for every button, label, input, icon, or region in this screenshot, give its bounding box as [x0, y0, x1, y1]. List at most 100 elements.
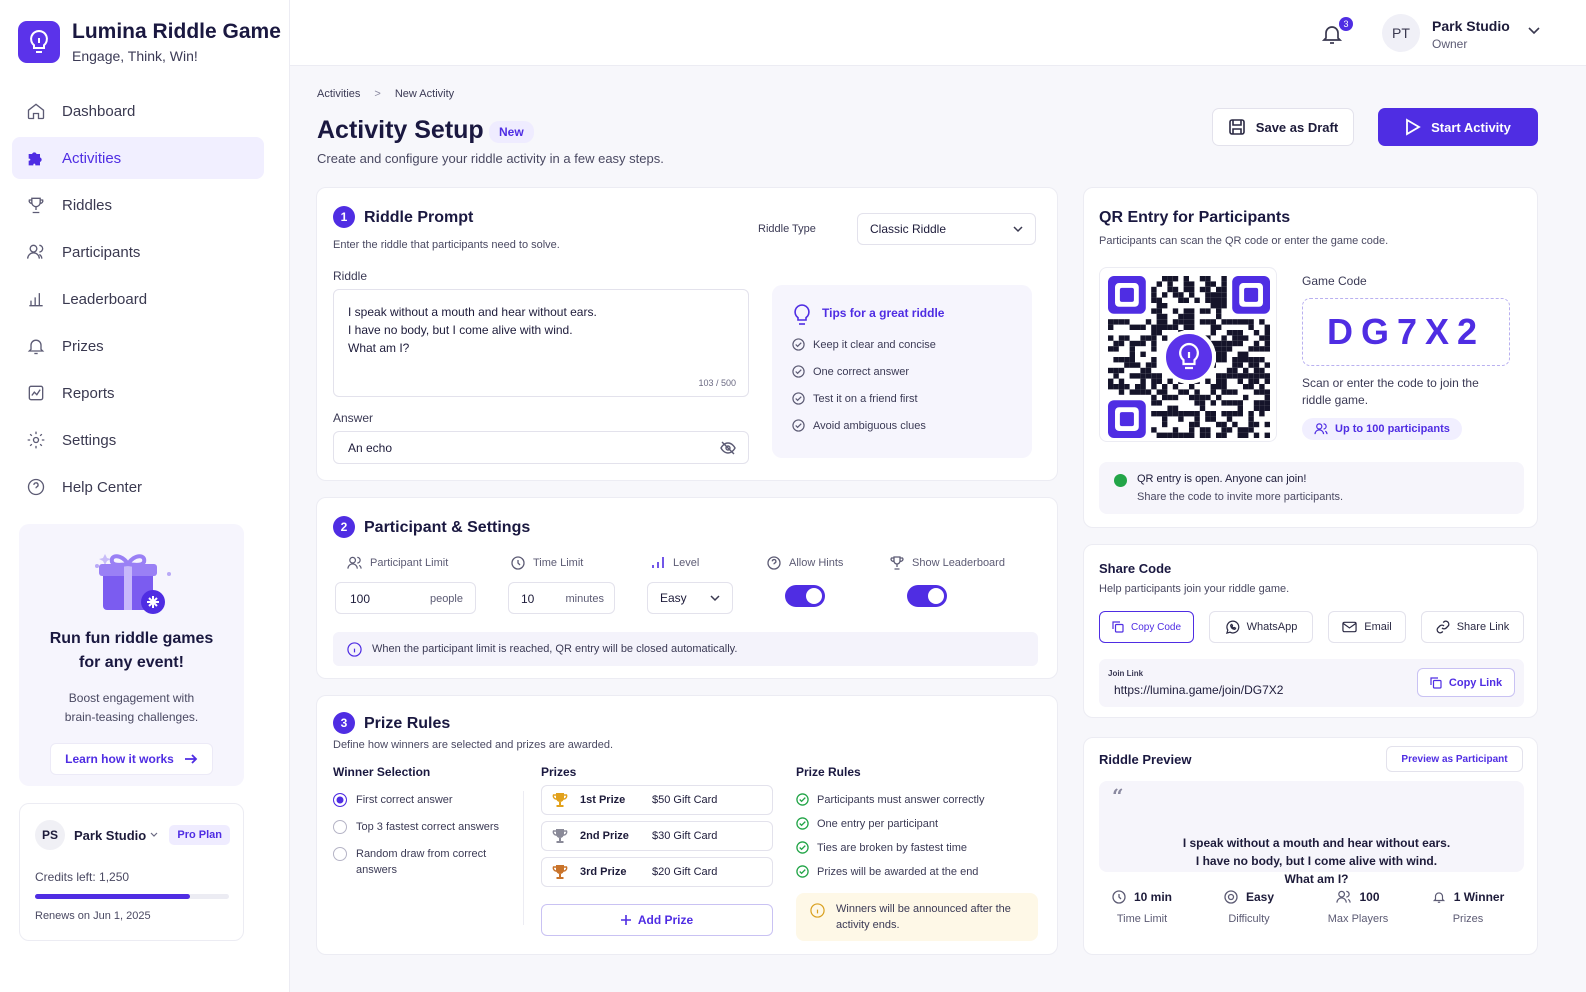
rule-item: Participants must answer correctly	[796, 793, 985, 806]
whatsapp-button[interactable]: WhatsApp	[1209, 611, 1313, 643]
qr-module	[1264, 362, 1270, 368]
start-activity-button[interactable]: Start Activity	[1378, 108, 1538, 146]
sidebar: Lumina Riddle Game Engage, Think, Win! D…	[0, 0, 290, 992]
sidebar-item-leaderboard[interactable]: Leaderboard	[12, 278, 264, 320]
qr-module	[1113, 384, 1119, 390]
account-name[interactable]: Park Studio	[74, 828, 146, 843]
qr-module	[1118, 367, 1125, 374]
riddle-type-select[interactable]: Classic Riddle	[857, 213, 1036, 245]
rule-text: Ties are broken by fastest time	[817, 841, 967, 854]
email-button[interactable]: Email	[1328, 611, 1406, 643]
chevron-down-icon[interactable]	[150, 832, 158, 838]
save-draft-label: Save as Draft	[1255, 119, 1339, 135]
qr-module	[1210, 297, 1216, 303]
radio-button[interactable]	[333, 793, 347, 807]
time-limit-unit: minutes	[565, 593, 604, 605]
copy-link-button[interactable]: Copy Link	[1417, 668, 1515, 697]
winner-option-top3[interactable]: Top 3 fastest correct answers	[333, 819, 499, 835]
sidebar-nav: Dashboard Activities Riddles Participant…	[12, 90, 264, 513]
show-leaderboard-toggle[interactable]	[907, 585, 947, 607]
breadcrumb-activities[interactable]: Activities	[317, 88, 360, 100]
qr-module	[1210, 330, 1216, 336]
riddle-type-label: Riddle Type	[758, 223, 816, 235]
prize-row-3[interactable]: 3rd Prize $20 Gift Card	[541, 857, 773, 887]
qr-module	[1253, 367, 1260, 374]
copy-code-button[interactable]: Copy Code	[1099, 611, 1194, 643]
sidebar-item-activities[interactable]: Activities	[12, 137, 264, 179]
qr-module	[1151, 384, 1157, 390]
qr-module	[1167, 286, 1173, 293]
sidebar-item-riddles[interactable]: Riddles	[12, 184, 264, 226]
qr-open-status: QR entry is open. Anyone can join! Share…	[1099, 462, 1524, 514]
qr-module	[1253, 330, 1260, 336]
prize-row-1[interactable]: 1st Prize $50 Gift Card	[541, 785, 773, 815]
qr-module	[1226, 319, 1233, 325]
sidebar-item-settings[interactable]: Settings	[12, 419, 264, 461]
prize-row-2[interactable]: 2nd Prize $30 Gift Card	[541, 821, 773, 851]
riddle-prompt-card: 1 Riddle Prompt Enter the riddle that pa…	[316, 187, 1058, 481]
user-name[interactable]: Park Studio	[1432, 18, 1510, 34]
answer-input[interactable]: An echo	[333, 431, 749, 464]
qr-module	[1124, 335, 1130, 341]
radio-button[interactable]	[333, 847, 347, 861]
qr-module	[1162, 421, 1168, 428]
qr-module	[1205, 378, 1211, 384]
sidebar-item-reports[interactable]: Reports	[12, 372, 264, 414]
eye-icon[interactable]	[720, 441, 736, 455]
allow-hints-toggle[interactable]	[785, 585, 825, 607]
level-select[interactable]: Easy	[647, 582, 733, 614]
participant-settings-card: 2 Participant & Settings Participant Lim…	[316, 497, 1058, 679]
preview-participant-label: Preview as Participant	[1401, 753, 1508, 765]
prize-rules-heading: Prize Rules	[796, 765, 861, 779]
participant-limit-input[interactable]: 100 people	[335, 582, 476, 614]
qr-module	[1156, 297, 1162, 303]
chevron-down-icon[interactable]	[1528, 27, 1540, 35]
qr-module	[1248, 362, 1254, 368]
qr-code[interactable]	[1099, 267, 1277, 442]
sidebar-item-dashboard[interactable]: Dashboard	[12, 90, 264, 132]
qr-module	[1232, 330, 1238, 336]
qr-module	[1243, 394, 1249, 401]
save-draft-button[interactable]: Save as Draft	[1212, 108, 1354, 146]
winner-option-random[interactable]: Random draw from correct answers	[333, 846, 503, 878]
qr-module	[1189, 308, 1195, 314]
info-icon	[347, 641, 362, 657]
prize-place: 3rd Prize	[580, 866, 627, 878]
winner-option-first[interactable]: First correct answer	[333, 792, 453, 808]
join-link-value[interactable]: https://lumina.game/join/DG7X2	[1114, 683, 1283, 697]
qr-module	[1140, 384, 1146, 390]
riddle-textarea[interactable]: I speak without a mouth and hear without…	[333, 289, 749, 397]
brand[interactable]: Lumina Riddle Game Engage, Think, Win!	[18, 20, 281, 64]
qr-module	[1124, 362, 1130, 368]
learn-how-button[interactable]: Learn how it works	[50, 743, 213, 775]
qr-module	[1237, 432, 1243, 438]
qr-module	[1221, 351, 1227, 357]
add-prize-button[interactable]: Add Prize	[541, 904, 773, 936]
user-avatar[interactable]: PT	[1382, 14, 1420, 52]
qr-module	[1205, 319, 1211, 325]
qr-module	[1237, 357, 1243, 363]
time-limit-input[interactable]: 10 minutes	[508, 582, 615, 614]
qr-module	[1253, 389, 1260, 395]
sidebar-item-participants[interactable]: Participants	[12, 231, 264, 273]
sidebar-item-help-center[interactable]: Help Center	[12, 466, 264, 508]
qr-module	[1156, 303, 1162, 309]
qr-module	[1248, 378, 1254, 384]
radio-button[interactable]	[333, 820, 347, 834]
qr-module	[1167, 324, 1173, 330]
qr-module	[1140, 389, 1146, 395]
game-code[interactable]: DG7X2	[1302, 298, 1510, 366]
qr-module	[1172, 286, 1179, 293]
share-button-label: Share Link	[1456, 621, 1510, 633]
qr-module	[1221, 292, 1227, 298]
qr-finder	[1244, 287, 1259, 302]
qr-module	[1162, 432, 1168, 438]
qr-module	[1156, 313, 1162, 320]
status-dot	[1114, 474, 1127, 487]
qr-module	[1248, 416, 1254, 422]
step-number: 2	[333, 516, 355, 538]
preview-participant-button[interactable]: Preview as Participant	[1386, 746, 1523, 772]
qr-module	[1221, 276, 1227, 282]
sidebar-item-prizes[interactable]: Prizes	[12, 325, 264, 367]
share-link-button[interactable]: Share Link	[1421, 611, 1524, 643]
